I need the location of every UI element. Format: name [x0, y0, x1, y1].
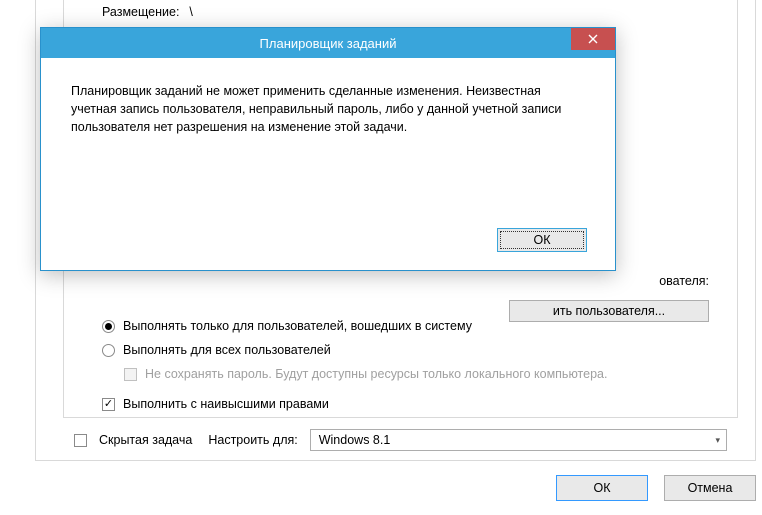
- error-dialog: Планировщик заданий Планировщик заданий …: [40, 27, 616, 271]
- error-dialog-body: Планировщик заданий не может применить с…: [41, 58, 615, 228]
- radio-all-users[interactable]: [102, 344, 115, 357]
- run-only-logged-in-row[interactable]: Выполнять только для пользователей, воше…: [102, 316, 709, 336]
- checkbox-no-store-password: [124, 368, 137, 381]
- placement-row: Размещение: \: [102, 2, 709, 22]
- close-button[interactable]: [571, 28, 615, 50]
- run-all-users-row[interactable]: Выполнять для всех пользователей: [102, 340, 709, 360]
- root: Размещение: \ ователя: ить пользователя.…: [0, 0, 762, 515]
- configure-for-select[interactable]: Windows 8.1 ▾: [310, 429, 727, 451]
- configure-for-value: Windows 8.1: [319, 433, 391, 447]
- cancel-button[interactable]: Отмена: [664, 475, 756, 501]
- hidden-task-label: Скрытая задача: [99, 433, 192, 447]
- placement-value: \: [189, 5, 192, 19]
- dialog-footer: ОК Отмена: [556, 473, 756, 503]
- radio-logged-in[interactable]: [102, 320, 115, 333]
- run-highest-row[interactable]: Выполнить с наивысшими правами: [102, 394, 709, 414]
- close-icon: [588, 34, 598, 44]
- no-store-password-label: Не сохранять пароль. Будут доступны ресу…: [145, 367, 607, 381]
- configure-row: Скрытая задача Настроить для: Windows 8.…: [74, 428, 727, 452]
- user-account-label-fragment: ователя:: [659, 274, 709, 288]
- checkbox-hidden-task[interactable]: [74, 434, 87, 447]
- error-dialog-footer: ОК: [41, 228, 615, 270]
- error-message: Планировщик заданий не может применить с…: [71, 84, 561, 134]
- checkbox-run-highest[interactable]: [102, 398, 115, 411]
- radio-all-users-label: Выполнять для всех пользователей: [123, 343, 331, 357]
- error-dialog-titlebar[interactable]: Планировщик заданий: [41, 28, 615, 58]
- no-store-password-row: Не сохранять пароль. Будут доступны ресу…: [124, 364, 709, 384]
- configure-for-label: Настроить для:: [208, 433, 297, 447]
- run-highest-label: Выполнить с наивысшими правами: [123, 397, 329, 411]
- ok-button[interactable]: ОК: [556, 475, 648, 501]
- error-dialog-title: Планировщик заданий: [260, 36, 397, 51]
- error-ok-button[interactable]: ОК: [497, 228, 587, 252]
- chevron-down-icon: ▾: [715, 435, 720, 446]
- radio-logged-in-label: Выполнять только для пользователей, воше…: [123, 319, 472, 333]
- placement-label: Размещение:: [102, 5, 179, 19]
- user-account-row: ователя:: [659, 274, 709, 288]
